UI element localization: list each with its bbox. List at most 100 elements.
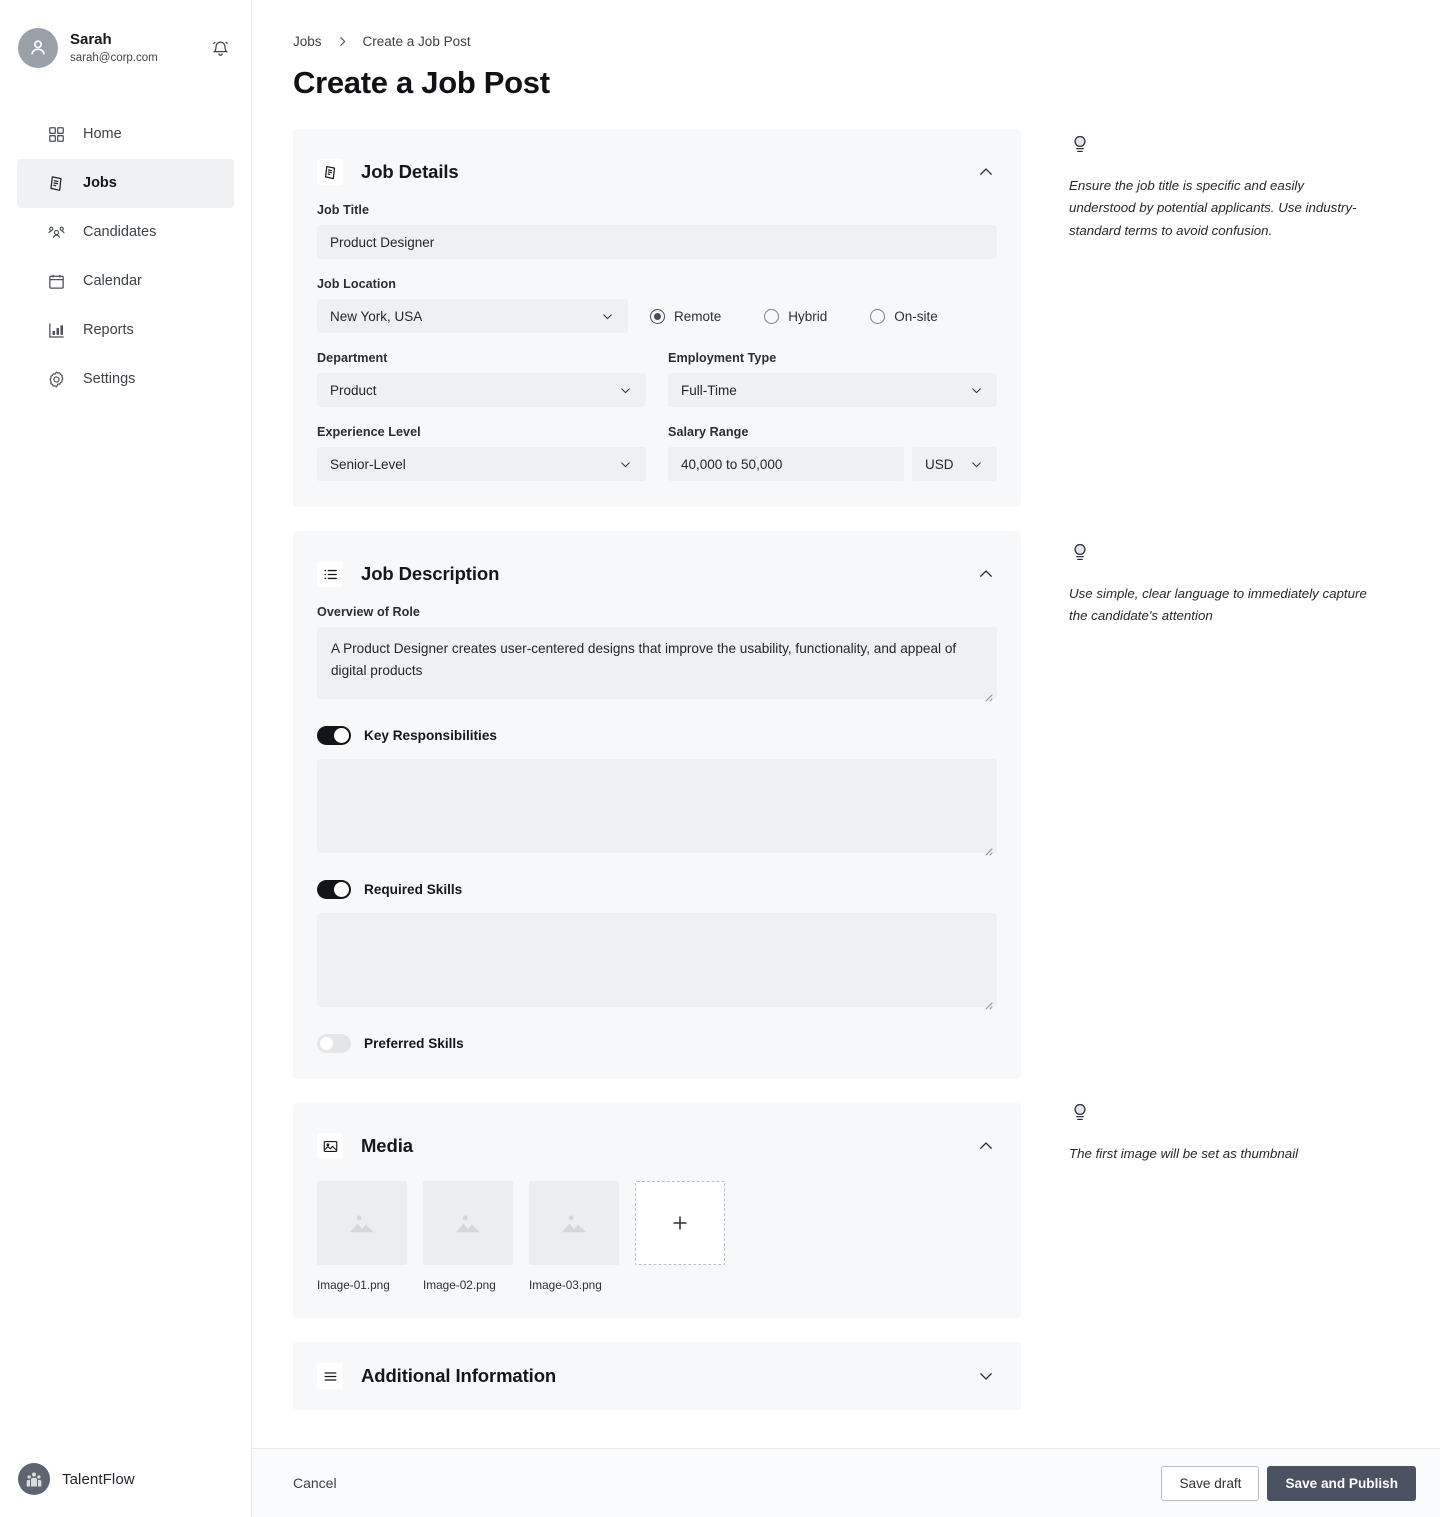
card-job-description-header[interactable]: Job Description <box>293 531 1021 595</box>
app-root: Sarah sarah@corp.com Home Jobs Candidate… <box>0 0 1440 1517</box>
radio-label: On-site <box>894 308 938 324</box>
avatar <box>18 28 58 68</box>
select-value: USD <box>925 456 954 472</box>
field-label: Department <box>317 351 388 365</box>
sidebar-item-reports[interactable]: Reports <box>17 306 234 355</box>
chevron-right-icon <box>336 35 349 48</box>
toggle-switch-on[interactable] <box>317 880 351 899</box>
toggle-switch-off[interactable] <box>317 1034 351 1053</box>
media-file-name: Image-01.png <box>317 1278 390 1292</box>
department-select[interactable]: Product <box>317 373 646 407</box>
experience-level-select[interactable]: Senior-Level <box>317 447 646 481</box>
brand-logo-block: TalentFlow <box>18 1463 135 1495</box>
user-name: Sarah <box>70 31 112 48</box>
user-text: Sarah sarah@corp.com <box>70 30 207 66</box>
card-media-header[interactable]: Media <box>293 1103 1021 1167</box>
radio-dot-icon <box>650 308 665 324</box>
save-and-publish-button[interactable]: Save and Publish <box>1267 1465 1416 1501</box>
radio-hybrid[interactable]: Hybrid <box>764 308 827 324</box>
document-icon <box>45 173 67 195</box>
field-label: Overview of Role <box>317 605 420 619</box>
job-location-row: New York, USA Remote Hybrid On-site <box>317 299 997 333</box>
breadcrumb-root[interactable]: Jobs <box>293 34 322 49</box>
brand-name: TalentFlow <box>62 1470 135 1488</box>
sidebar-item-settings[interactable]: Settings <box>17 355 234 404</box>
breadcrumb: Jobs Create a Job Post <box>252 0 1440 49</box>
card-job-details-header[interactable]: Job Details <box>293 129 1021 193</box>
image-placeholder-glyph <box>456 1215 480 1233</box>
salary-range-input[interactable]: 40,000 to 50,000 <box>668 447 904 481</box>
document-icon <box>317 159 343 185</box>
chevron-up-icon[interactable] <box>975 161 997 183</box>
radio-on-site[interactable]: On-site <box>870 308 938 324</box>
sidebar-item-label: Settings <box>83 371 136 388</box>
chevron-up-icon[interactable] <box>975 1135 997 1157</box>
toggle-key-responsibilities[interactable]: Key Responsibilities <box>317 726 997 745</box>
toggle-required-skills[interactable]: Required Skills <box>317 880 997 899</box>
card-media: Media Image-01.png Image-02.png Image-03… <box>293 1103 1021 1318</box>
image-placeholder-glyph <box>562 1215 586 1233</box>
user-email: sarah@corp.com <box>70 52 158 64</box>
media-item[interactable]: Image-01.png <box>317 1181 407 1292</box>
toggle-label: Required Skills <box>364 882 463 897</box>
select-value: Senior-Level <box>330 456 406 472</box>
card-media-body: Image-01.png Image-02.png Image-03.png <box>293 1167 1021 1318</box>
media-item[interactable]: Image-02.png <box>423 1181 513 1292</box>
sidebar: Sarah sarah@corp.com Home Jobs Candidate… <box>0 0 252 1517</box>
field-salary-range: Salary Range 40,000 to 50,000 USD <box>668 425 997 481</box>
people-circle-logo-glyph <box>26 1472 42 1487</box>
image-icon <box>317 1133 343 1159</box>
field-label: Salary Range <box>668 425 749 439</box>
sidebar-item-label: Jobs <box>83 175 117 192</box>
radio-remote[interactable]: Remote <box>650 308 721 324</box>
sidebar-item-candidates[interactable]: Candidates <box>17 208 234 257</box>
select-value: New York, USA <box>330 308 423 324</box>
salary-row: 40,000 to 50,000 USD <box>668 447 997 481</box>
card-job-description-body: Overview of Role Key Res <box>293 595 1021 1079</box>
sidebar-item-home[interactable]: Home <box>17 110 234 159</box>
field-label: Employment Type <box>668 351 777 365</box>
card-title: Job Description <box>361 563 500 584</box>
card-additional-information-header[interactable]: Additional Information <box>293 1342 1021 1410</box>
people-circle-logo <box>18 1463 50 1495</box>
field-department: Department Product <box>317 351 646 407</box>
toggle-switch-on[interactable] <box>317 726 351 745</box>
radio-dot-icon <box>764 308 780 324</box>
chevron-down-icon[interactable] <box>975 1365 997 1387</box>
image-placeholder-icon <box>423 1181 513 1265</box>
media-item[interactable]: Image-03.png <box>529 1181 619 1292</box>
required-skills-textarea-wrap <box>317 913 997 1012</box>
job-title-input[interactable]: Product Designer <box>317 225 997 259</box>
overview-of-role-textarea[interactable] <box>317 627 997 699</box>
breadcrumb-current[interactable]: Create a Job Post <box>363 34 471 49</box>
currency-select[interactable]: USD <box>912 447 997 481</box>
main-content: Jobs Create a Job Post Create a Job Post <box>252 0 1440 1517</box>
chevron-up-icon[interactable] <box>975 563 997 585</box>
employment-type-select[interactable]: Full-Time <box>668 373 997 407</box>
job-location-select[interactable]: New York, USA <box>317 299 628 333</box>
required-skills-textarea[interactable] <box>317 913 997 1007</box>
cancel-button[interactable]: Cancel <box>293 1475 337 1491</box>
image-placeholder-glyph <box>350 1215 374 1233</box>
toggle-preferred-skills[interactable]: Preferred Skills <box>317 1034 997 1053</box>
list-icon <box>317 561 343 587</box>
key-responsibilities-textarea[interactable] <box>317 759 997 853</box>
card-job-description: Job Description Overview of Role A Produ… <box>293 531 1021 1079</box>
grid-icon <box>45 124 67 146</box>
sidebar-item-calendar[interactable]: Calendar <box>17 257 234 306</box>
gear-icon <box>45 369 67 391</box>
chevron-down-icon <box>969 457 984 472</box>
chevron-down-icon <box>618 457 633 472</box>
tip-job-details: Ensure the job title is specific and eas… <box>1069 133 1369 242</box>
save-draft-button[interactable]: Save draft <box>1161 1465 1260 1501</box>
notifications-button[interactable] <box>207 35 233 61</box>
bell-icon <box>212 41 228 56</box>
sidebar-item-jobs[interactable]: Jobs <box>17 159 234 208</box>
select-value: Full-Time <box>681 382 737 398</box>
add-media-button[interactable] <box>635 1181 725 1265</box>
tip-text: Ensure the job title is specific and eas… <box>1069 178 1357 238</box>
work-mode-radio-group: Remote Hybrid On-site <box>650 308 938 324</box>
toggle-label: Key Responsibilities <box>364 728 497 743</box>
sidebar-item-label: Home <box>83 126 122 143</box>
sidebar-item-label: Calendar <box>83 273 142 290</box>
